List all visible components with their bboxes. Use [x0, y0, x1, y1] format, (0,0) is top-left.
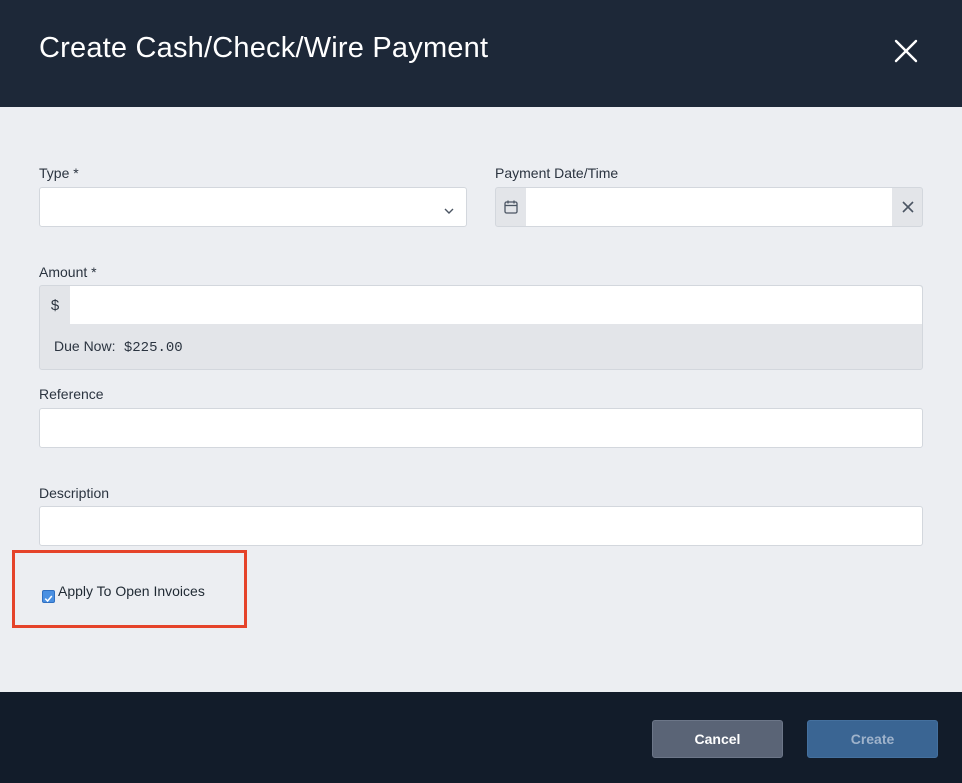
- description-input[interactable]: [40, 507, 922, 545]
- apply-to-open-invoices-label[interactable]: Apply To Open Invoices: [58, 583, 205, 599]
- currency-symbol: $: [50, 296, 60, 314]
- dialog-body: Type * Payment Date/Time Amount * $ Due …: [0, 107, 962, 692]
- payment-date-input-wrap: [526, 188, 892, 226]
- reference-field: [39, 408, 923, 448]
- amount-field: $ Due Now: $225.00: [39, 285, 923, 370]
- chevron-down-icon: [443, 203, 455, 214]
- apply-to-open-invoices-checkbox[interactable]: [42, 590, 55, 603]
- amount-input[interactable]: [70, 286, 922, 324]
- due-now-text: Due Now: $225.00: [54, 338, 183, 356]
- description-field: [39, 506, 923, 546]
- payment-date-label: Payment Date/Time: [495, 165, 619, 181]
- dialog-footer: Cancel Create: [0, 692, 962, 783]
- amount-label: Amount *: [39, 264, 97, 280]
- close-icon[interactable]: [892, 37, 920, 65]
- due-now-label: Due Now:: [54, 338, 116, 354]
- type-select[interactable]: [39, 187, 467, 227]
- reference-label: Reference: [39, 386, 104, 402]
- payment-date-field: [495, 187, 923, 227]
- dialog-title: Create Cash/Check/Wire Payment: [39, 32, 489, 64]
- amount-input-wrap: [70, 286, 922, 324]
- cancel-button[interactable]: Cancel: [652, 720, 783, 758]
- due-now-value: $225.00: [123, 340, 183, 356]
- payment-date-input[interactable]: [526, 188, 892, 226]
- dialog-header: Create Cash/Check/Wire Payment: [0, 0, 962, 107]
- calendar-icon[interactable]: [496, 188, 526, 226]
- clear-icon[interactable]: [893, 188, 923, 226]
- description-label: Description: [39, 485, 110, 501]
- type-select-value[interactable]: [40, 188, 466, 226]
- reference-input[interactable]: [40, 409, 922, 447]
- type-label: Type *: [39, 165, 79, 181]
- checkmark-icon: [44, 595, 53, 603]
- create-button[interactable]: Create: [807, 720, 938, 758]
